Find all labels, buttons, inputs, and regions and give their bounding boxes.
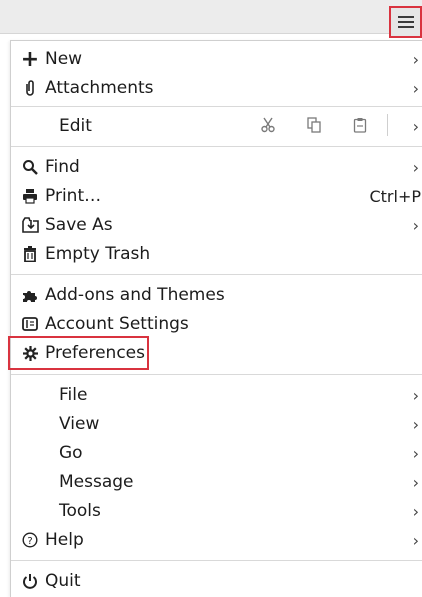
app-menu-panel: + New › Attachments › Edit › Find › Prin… bbox=[10, 40, 422, 597]
menu-item-label: Empty Trash bbox=[45, 244, 151, 264]
copy-icon[interactable] bbox=[303, 115, 325, 135]
menu-item-label: Help bbox=[45, 530, 84, 550]
chevron-right-icon: › bbox=[412, 49, 419, 69]
menu-item-label: Add-ons and Themes bbox=[45, 285, 225, 305]
paste-icon[interactable] bbox=[349, 115, 371, 135]
puzzle-icon bbox=[21, 286, 39, 304]
menu-separator bbox=[11, 374, 422, 375]
menu-item-label: New bbox=[45, 49, 83, 69]
search-icon bbox=[21, 158, 39, 176]
menu-item-label: Account Settings bbox=[45, 314, 189, 334]
menu-item-message[interactable]: Message › bbox=[11, 468, 422, 496]
menu-item-label: View bbox=[59, 414, 100, 434]
menu-item-quit[interactable]: Quit bbox=[11, 567, 422, 595]
menu-item-go[interactable]: Go › bbox=[11, 439, 422, 467]
menu-item-label: Message bbox=[59, 472, 134, 492]
edit-divider bbox=[387, 114, 388, 136]
save-icon bbox=[21, 216, 39, 234]
menu-item-attachments[interactable]: Attachments › bbox=[11, 74, 422, 102]
printer-icon bbox=[21, 187, 39, 205]
menu-item-file[interactable]: File › bbox=[11, 381, 422, 409]
menu-item-tools[interactable]: Tools › bbox=[11, 497, 422, 525]
chevron-right-icon: › bbox=[412, 157, 419, 177]
chevron-right-icon: › bbox=[412, 215, 419, 235]
chevron-right-icon[interactable]: › bbox=[413, 117, 419, 136]
menu-item-label: Save As bbox=[45, 215, 113, 235]
chevron-right-icon: › bbox=[412, 443, 419, 463]
menu-separator bbox=[11, 106, 422, 107]
menu-separator bbox=[11, 560, 422, 561]
chevron-right-icon: › bbox=[412, 385, 419, 405]
menu-separator bbox=[11, 146, 422, 147]
menu-item-label: Quit bbox=[45, 571, 81, 591]
menu-item-label: Find bbox=[45, 157, 80, 177]
menu-item-label: Tools bbox=[59, 501, 101, 521]
hamburger-icon bbox=[397, 16, 414, 28]
plus-icon: + bbox=[20, 46, 40, 72]
menu-item-help[interactable]: ? Help › bbox=[11, 526, 422, 554]
cut-icon[interactable] bbox=[257, 115, 279, 135]
help-icon: ? bbox=[21, 531, 39, 549]
chevron-right-icon: › bbox=[412, 414, 419, 434]
trash-icon bbox=[21, 245, 39, 263]
chevron-right-icon: › bbox=[412, 472, 419, 492]
menu-item-account-settings[interactable]: Account Settings bbox=[11, 310, 422, 338]
menu-item-view[interactable]: View › bbox=[11, 410, 422, 438]
menu-item-edit: Edit › bbox=[11, 111, 422, 141]
menu-item-find[interactable]: Find › bbox=[11, 153, 422, 181]
menu-item-label: Print… bbox=[45, 186, 102, 206]
gear-icon bbox=[21, 344, 39, 362]
chevron-right-icon: › bbox=[412, 530, 419, 550]
screen: + New › Attachments › Edit › Find › Prin… bbox=[0, 0, 422, 597]
menu-item-label: Attachments bbox=[45, 78, 154, 98]
menu-item-label: Go bbox=[59, 443, 83, 463]
menu-item-label: File bbox=[59, 385, 88, 405]
app-menu-button[interactable] bbox=[389, 6, 422, 38]
menu-item-print[interactable]: Print… Ctrl+P bbox=[11, 182, 422, 210]
menu-item-addons[interactable]: Add-ons and Themes bbox=[11, 281, 422, 309]
menu-item-label: Edit bbox=[59, 116, 92, 136]
account-settings-icon bbox=[21, 315, 39, 333]
menu-item-preferences[interactable]: Preferences bbox=[11, 339, 422, 367]
menu-separator bbox=[11, 274, 422, 275]
print-shortcut: Ctrl+P bbox=[369, 186, 421, 206]
power-icon bbox=[21, 572, 39, 590]
chevron-right-icon: › bbox=[412, 501, 419, 521]
chevron-right-icon: › bbox=[412, 78, 419, 98]
svg-text:?: ? bbox=[27, 536, 32, 547]
menu-item-save-as[interactable]: Save As › bbox=[11, 211, 422, 239]
paperclip-icon bbox=[21, 79, 39, 97]
toolbar bbox=[0, 0, 422, 38]
menu-item-label: Preferences bbox=[45, 343, 145, 363]
menu-item-empty-trash[interactable]: Empty Trash bbox=[11, 240, 422, 268]
menu-item-new[interactable]: + New › bbox=[11, 45, 422, 73]
